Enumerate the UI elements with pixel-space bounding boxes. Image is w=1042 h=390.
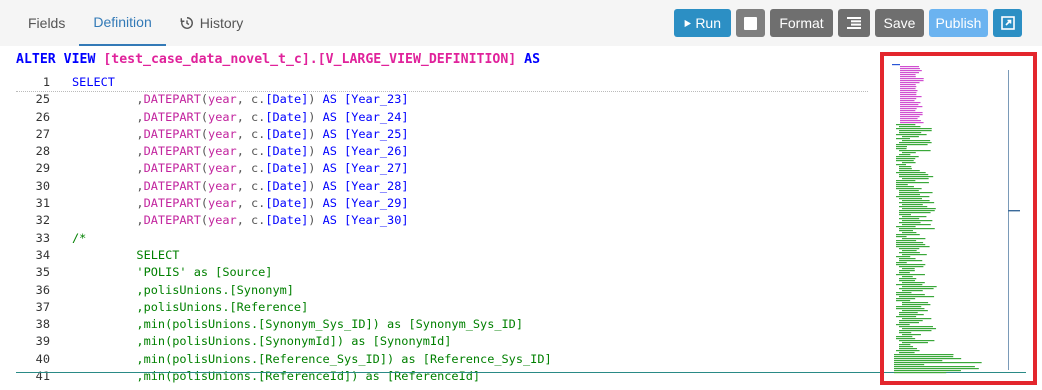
history-icon: [180, 17, 193, 29]
format-button-label: Format: [779, 15, 824, 31]
code-line: ,DATEPART(year, c.[Date]) AS [Year_28]: [72, 178, 409, 193]
code-line: ,DATEPART(year, c.[Date]) AS [Year_25]: [72, 126, 409, 141]
sticky-code-line: SELECT: [72, 75, 115, 89]
code-line: ,min(polisUnions.[Synonym_Sys_ID]) as [S…: [72, 317, 524, 332]
view-header: ALTER VIEW [test_case_data_novel_t_c].[V…: [16, 52, 540, 67]
align-button[interactable]: [838, 9, 870, 37]
editor-bottom-border: [16, 372, 1026, 373]
sticky-scroll-separator: [16, 91, 868, 92]
expand-button[interactable]: [993, 9, 1022, 37]
publish-button[interactable]: Publish: [929, 9, 988, 37]
stop-button[interactable]: [736, 9, 765, 37]
tab-definition-label: Definition: [93, 14, 152, 30]
stop-icon: [744, 16, 757, 30]
line-number: 1: [42, 75, 50, 89]
run-button[interactable]: Run: [674, 9, 731, 37]
minimap-highlight-frame: [880, 52, 1037, 385]
expand-icon: [1000, 16, 1015, 30]
line-number: 38: [35, 317, 50, 332]
code-line: ,polisUnions.[Synonym]: [72, 282, 294, 297]
line-number: 28: [35, 144, 50, 159]
editor-toolbar: Run Format Save Publish: [674, 9, 1022, 37]
line-number: 34: [35, 247, 50, 262]
code-line: SELECT: [72, 247, 180, 262]
code-line: ,DATEPART(year, c.[Date]) AS [Year_24]: [72, 109, 409, 124]
code-line: ,DATEPART(year, c.[Date]) AS [Year_27]: [72, 161, 409, 176]
code-line: ,min(polisUnions.[SynonymId]) as [Synony…: [72, 334, 452, 349]
code-line: ,DATEPART(year, c.[Date]) AS [Year_30]: [72, 213, 409, 228]
code-line: ,min(polisUnions.[ReferenceId]) as [Refe…: [72, 369, 481, 384]
alter-view-keyword: ALTER VIEW: [16, 52, 104, 67]
line-number: 37: [35, 299, 50, 314]
code-line: ,DATEPART(year, c.[Date]) AS [Year_29]: [72, 196, 409, 211]
code-line: 'POLIS' as [Source]: [72, 265, 273, 280]
code-line: ,DATEPART(year, c.[Date]) AS [Year_26]: [72, 144, 409, 159]
code-line: ,DATEPART(year, c.[Date]) AS [Year_23]: [72, 92, 409, 107]
line-number-gutter: 1 25 26 27 28 29 30 31 32 33 34 35 36 37 38 39 40 41: [0, 74, 60, 385]
run-button-label: Run: [695, 15, 721, 31]
code-area[interactable]: SELECT ,DATEPART(year, c.[Date]) AS [Yea…: [72, 74, 872, 385]
line-number: 29: [35, 161, 50, 176]
code-line: ,min(polisUnions.[Reference_Sys_ID]) as …: [72, 351, 552, 366]
line-number: 30: [35, 178, 50, 193]
save-button[interactable]: Save: [875, 9, 924, 37]
tab-definition[interactable]: Definition: [79, 0, 166, 46]
line-number: 39: [35, 334, 50, 349]
line-number: 31: [35, 196, 50, 211]
line-number: 36: [35, 282, 50, 297]
line-number: 25: [35, 92, 50, 107]
save-button-label: Save: [883, 15, 916, 31]
tab-history-label: History: [199, 15, 244, 31]
code-line: ,polisUnions.[Reference]: [72, 299, 309, 314]
tab-bar: Fields Definition History: [0, 0, 257, 46]
as-keyword: AS: [516, 52, 541, 67]
line-number: 35: [35, 265, 50, 280]
line-number: 40: [35, 351, 50, 366]
line-number: 33: [35, 230, 50, 245]
format-button[interactable]: Format: [770, 9, 833, 37]
align-right-icon: [847, 17, 861, 29]
line-number: 32: [35, 213, 50, 228]
view-object-name: [test_case_data_novel_t_c].[V_LARGE_VIEW…: [103, 52, 517, 67]
line-number: 26: [35, 109, 50, 124]
line-number: 27: [35, 126, 50, 141]
tab-fields[interactable]: Fields: [0, 0, 79, 46]
play-icon: [684, 19, 692, 27]
code-line: /*: [72, 230, 87, 245]
tab-fields-label: Fields: [28, 15, 66, 31]
tab-history[interactable]: History: [166, 0, 258, 46]
publish-button-label: Publish: [935, 15, 982, 31]
line-number: 41: [35, 369, 50, 384]
